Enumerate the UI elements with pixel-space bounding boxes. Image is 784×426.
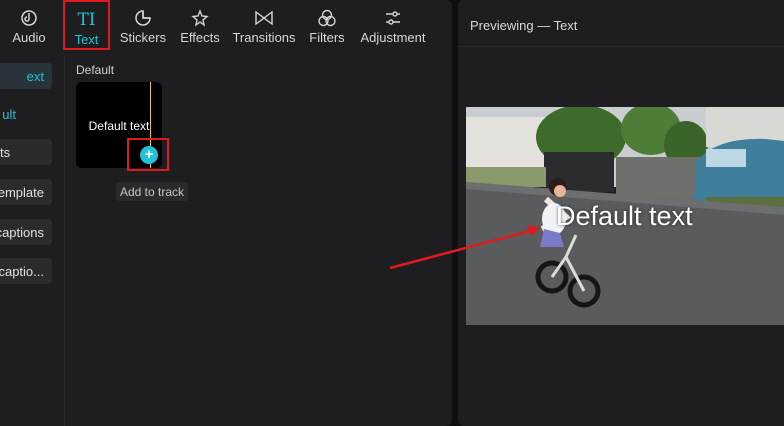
media-panel: Audio TI Text Stickers Effects Transitio… [0,0,452,426]
preview-title: Previewing — Text [470,18,578,33]
tab-transitions-label: Transitions [232,30,296,45]
sidebar-item-label: captio... [0,263,44,279]
tab-audio-label: Audio [12,30,46,45]
audio-icon [20,8,38,28]
sidebar-item-lyrics-captions[interactable]: captio... [0,258,52,284]
tab-stickers[interactable]: Stickers [116,0,170,50]
tab-filters-label: Filters [309,30,345,45]
add-to-track-button[interactable]: + [140,146,158,164]
section-title: Default [76,63,115,77]
effects-icon [191,8,209,28]
sidebar-item-template[interactable]: emplate [0,179,52,205]
preview-panel: Previewing — Text Default text [458,0,784,426]
sidebar-item-add-text[interactable]: ext [0,63,52,89]
stickers-icon [134,8,152,28]
app-window: Audio TI Text Stickers Effects Transitio… [0,0,784,426]
text-icon: TI [77,10,96,30]
transitions-icon [254,8,274,28]
sidebar-item-label: emplate [0,184,44,200]
text-overlay[interactable]: Default text [556,201,693,232]
tab-stickers-label: Stickers [119,30,167,45]
sidebar-item-default[interactable]: ult [0,101,24,127]
sidebar-item-label: captions [0,224,44,240]
tab-effects[interactable]: Effects [177,0,223,50]
sidebar-item-effects[interactable]: ts [0,139,52,165]
tab-audio[interactable]: Audio [4,0,54,50]
tab-text-label: Text [74,32,99,47]
tab-filters[interactable]: Filters [306,0,348,50]
filters-icon [317,8,337,28]
category-toolbar: Audio TI Text Stickers Effects Transitio… [0,0,452,50]
sidebar-divider [64,55,65,426]
tab-effects-label: Effects [180,30,220,45]
video-preview[interactable]: Default text [466,107,784,325]
add-to-track-tooltip: Add to track [116,182,189,201]
sidebar-item-label: ts [0,144,11,160]
tab-adjustment[interactable]: Adjustment [356,0,430,50]
tab-text[interactable]: TI Text [63,0,110,50]
sidebar-item-auto-captions[interactable]: captions [0,219,52,245]
tab-transitions[interactable]: Transitions [230,0,298,50]
sidebar-item-label: ult [2,106,16,122]
tab-adjustment-label: Adjustment [360,30,426,45]
adjustment-icon [384,8,402,28]
sidebar-item-label: ext [26,68,44,84]
preview-divider [458,46,784,47]
